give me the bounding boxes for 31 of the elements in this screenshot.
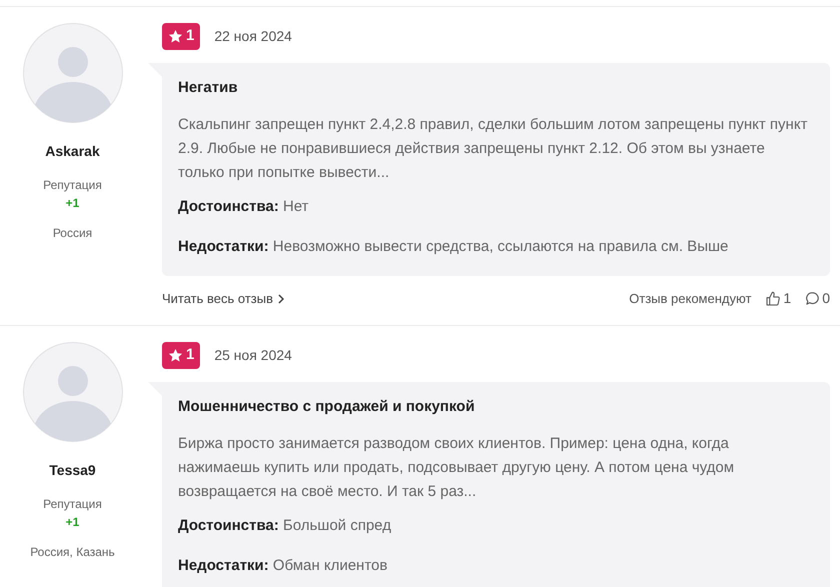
thumbs-up-icon — [765, 290, 782, 306]
rating-badge: 1 — [162, 23, 200, 50]
avatar-icon — [22, 23, 122, 123]
rating-badge: 1 — [162, 342, 200, 368]
reputation-label: Репутация — [42, 177, 103, 194]
recommend-label: Отзыв рекомендуют — [629, 290, 752, 308]
review-pros: Достоинства: Нет — [178, 197, 310, 217]
author-name[interactable]: Tessa9 — [0, 460, 145, 481]
reputation-value: +1 — [64, 195, 80, 212]
user-location: Россия, Казань — [29, 544, 116, 561]
review-cons: Недостатки: Невозможно вывести средства, ссылаются на правила см. Выше — [178, 236, 730, 256]
user-location: Россия — [52, 225, 94, 242]
avatar-icon — [22, 342, 122, 442]
review-title: Мошенничество с продажей и покупкой — [178, 396, 476, 416]
reputation-value: +1 — [64, 514, 80, 531]
comment-icon — [805, 291, 820, 306]
star-icon — [168, 348, 183, 363]
chevron-right-icon — [276, 294, 285, 304]
review-date: 22 ноя 2024 — [214, 26, 292, 46]
review-text: Скальпинг запрещен пункт 2.4,2.8 правил, сделки большим лотом запрещены пункт пункт 2.9. Любые не понравившиеся действия запрещены пункт 2.12. Об этом вы узнаете только при попытке вывести... — [178, 115, 808, 183]
review-pros: Достоинства: Большой спред — [178, 516, 392, 536]
comments-button[interactable]: 0 — [805, 288, 830, 309]
review-cons: Недостатки: Обман клиентов — [178, 556, 388, 576]
review-text: Биржа просто занимается разводом своих клиентов. Пример: цена одна, когда нажимаешь купить или продать, подсовывает другую цену. А потом цена чудом возвращается на своё место. И так 5 раз... — [178, 434, 736, 502]
review-title: Негатив — [178, 78, 239, 98]
author-name[interactable]: Askarak — [0, 141, 145, 162]
read-more-link[interactable]: Читать весь отзыв — [162, 288, 285, 308]
like-button[interactable]: 1 — [765, 288, 792, 309]
review-date: 25 ноя 2024 — [214, 346, 292, 365]
reputation-label: Репутация — [42, 496, 103, 513]
star-icon — [168, 28, 183, 44]
